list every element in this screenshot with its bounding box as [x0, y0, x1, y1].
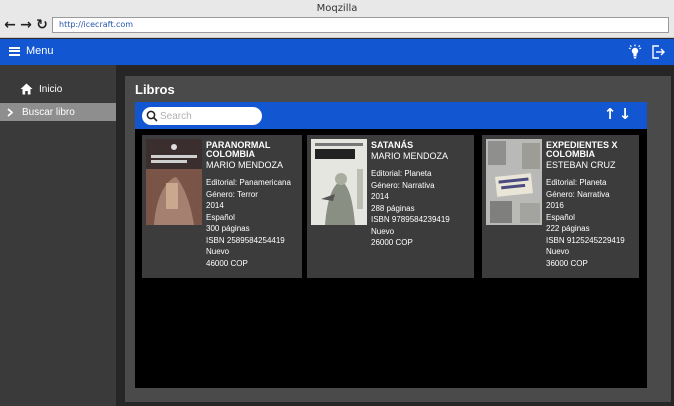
- logout-icon[interactable]: [651, 45, 665, 59]
- book-condition: Nuevo: [371, 226, 395, 236]
- book-condition: Nuevo: [206, 247, 230, 256]
- menu-label: Menu: [26, 45, 54, 57]
- books-toolbar: ↑ ↓: [135, 102, 647, 129]
- book-isbn: ISBN 2589584254419: [206, 235, 285, 245]
- book-author: ESTEBAN CRUZ: [546, 160, 616, 170]
- chevron-right-icon: [7, 107, 13, 117]
- book-card[interactable]: PARANORMAL COLOMBIA MARIO MENDOZA Editor…: [142, 135, 302, 278]
- book-genre: Género: Terror: [206, 189, 258, 199]
- book-pages: 300 páginas: [206, 224, 250, 233]
- book-genre: Género: Narrativa: [546, 189, 610, 199]
- book-price: 46000 COP: [206, 258, 248, 268]
- book-price: 36000 COP: [546, 258, 588, 268]
- book-language: Español: [546, 212, 575, 222]
- book-pages: 288 páginas: [371, 203, 415, 213]
- book-pages: 222 páginas: [546, 224, 590, 233]
- book-info: EXPEDIENTES X COLOMBIA ESTEBAN CRUZ Edit…: [546, 141, 642, 269]
- book-year: 2016: [546, 201, 564, 210]
- book-isbn: ISBN 9125245229419: [546, 235, 625, 245]
- browser-chrome: Moqzilla ← → ↻ http://icecraft.com: [0, 0, 674, 38]
- page-title: Libros: [135, 82, 175, 97]
- book-year: 2014: [371, 192, 389, 201]
- sidebar-item-label: Buscar libro: [22, 106, 75, 118]
- book-year: 2014: [206, 201, 224, 210]
- book-cover-image: [486, 139, 542, 225]
- book-author: MARIO MENDOZA: [206, 160, 284, 170]
- forward-arrow-icon[interactable]: →: [19, 17, 33, 33]
- back-arrow-icon[interactable]: ←: [3, 17, 17, 33]
- url-bar[interactable]: http://icecraft.com: [52, 17, 669, 33]
- search-box: [142, 107, 262, 125]
- menu-button[interactable]: Menu: [9, 45, 54, 57]
- app-bar: Menu: [0, 39, 674, 65]
- sidebar: Inicio Buscar libro: [0, 65, 116, 406]
- lightbulb-icon[interactable]: [628, 44, 642, 60]
- sort-descending-icon[interactable]: ↓: [618, 105, 632, 123]
- sidebar-item-label: Inicio: [39, 83, 63, 95]
- home-icon: [20, 83, 33, 95]
- book-price: 26000 COP: [371, 238, 413, 247]
- sort-ascending-icon[interactable]: ↑: [603, 105, 617, 123]
- sidebar-item-buscar-libro[interactable]: Buscar libro: [0, 103, 116, 121]
- sort-controls: ↑ ↓: [603, 105, 632, 123]
- book-condition: Nuevo: [546, 247, 570, 256]
- book-title: EXPEDIENTES X COLOMBIA: [546, 140, 618, 159]
- books-panel: Libros ↑ ↓: [125, 76, 671, 402]
- main-area: Libros ↑ ↓: [116, 65, 674, 406]
- book-cover-image: [311, 139, 367, 225]
- book-editorial: Editorial: Panamericana: [206, 178, 291, 187]
- book-editorial: Editorial: Planeta: [546, 178, 607, 187]
- window-title: Moqzilla: [316, 3, 358, 14]
- reload-icon[interactable]: ↻: [35, 17, 49, 33]
- book-title: PARANORMAL COLOMBIA: [206, 140, 271, 159]
- book-editorial: Editorial: Planeta: [371, 169, 432, 178]
- book-card[interactable]: SATANÁS MARIO MENDOZA Editorial: Planeta…: [307, 135, 474, 278]
- books-content: ↑ ↓ PARANORMAL COLOMBIA: [135, 102, 647, 388]
- book-language: Español: [206, 212, 235, 222]
- hamburger-icon: [9, 46, 20, 56]
- book-title: SATANÁS: [371, 140, 414, 150]
- book-isbn: ISBN 9789584239419: [371, 215, 450, 224]
- book-cover-image: [146, 139, 202, 225]
- browser-nav: ← → ↻: [3, 17, 49, 33]
- book-info: PARANORMAL COLOMBIA MARIO MENDOZA Editor…: [206, 141, 302, 269]
- book-info: SATANÁS MARIO MENDOZA Editorial: Planeta…: [371, 141, 467, 249]
- search-icon: [146, 110, 158, 122]
- search-input[interactable]: [160, 110, 256, 122]
- book-genre: Género: Narrativa: [371, 180, 435, 190]
- sidebar-item-inicio[interactable]: Inicio: [0, 79, 116, 99]
- book-card[interactable]: EXPEDIENTES X COLOMBIA ESTEBAN CRUZ Edit…: [482, 135, 639, 278]
- book-author: MARIO MENDOZA: [371, 151, 449, 161]
